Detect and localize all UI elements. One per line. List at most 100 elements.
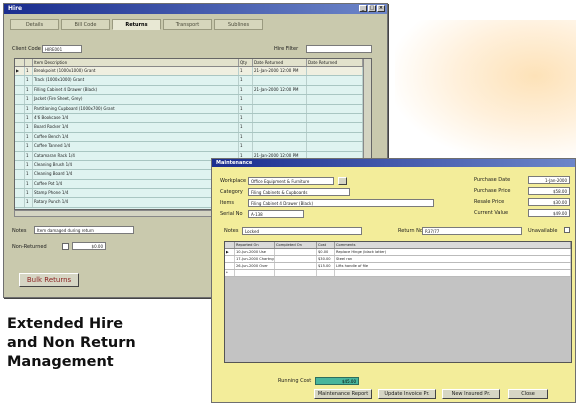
reported-on-cell: 17-Jun-2000 Chartngulate	[236, 256, 275, 262]
maximize-icon[interactable]: □	[368, 5, 376, 12]
col-comments: Comments	[335, 242, 571, 248]
row-selector[interactable]	[15, 104, 25, 113]
cost-cell	[317, 270, 335, 276]
row-selector[interactable]: ▶	[225, 249, 235, 255]
close-icon[interactable]: ×	[377, 5, 385, 12]
row-selector[interactable]	[15, 113, 25, 123]
bulk-returns-button[interactable]: Bulk Returns	[19, 273, 79, 287]
minimize-icon[interactable]: _	[359, 5, 367, 12]
date-returned-cell: 21-Jan-2000 12:00 PM	[253, 85, 307, 95]
qty-cell: 1	[239, 67, 253, 76]
date-returned-extra-cell	[307, 76, 363, 85]
tab-sublines[interactable]: Sublines	[214, 19, 263, 30]
qty-cell: 1	[239, 95, 253, 104]
item-description-cell: Coffee Tanned 1/4	[33, 142, 239, 151]
new-insured-button[interactable]: New Insured Pr.	[442, 389, 500, 399]
row-selector[interactable]	[15, 76, 25, 85]
table-row[interactable]: *	[225, 270, 571, 277]
row-selector[interactable]	[15, 85, 25, 95]
running-cost-label: Running Cost	[278, 378, 312, 384]
reported-on-cell: 26-Jun-2000 Over	[235, 263, 275, 269]
table-row[interactable]: 17-Jun-2000 Chartngulate $30.00Steel ran	[225, 256, 571, 263]
comments-cell: Replace Hinge (black latter)	[335, 249, 571, 255]
row-selector[interactable]	[15, 179, 25, 189]
serial-no-select[interactable]: A-138	[248, 210, 304, 218]
asset-value-field[interactable]: 1-Jan-2000	[528, 176, 570, 184]
asset-value-field[interactable]: $30.00	[528, 198, 570, 206]
item-description-cell: Filling Cabinet 4 Drawer (Black)	[33, 85, 239, 95]
hire-filter-select[interactable]	[306, 45, 372, 53]
date-returned-extra-cell	[307, 123, 363, 132]
background-glow	[395, 20, 576, 160]
row-number: 1	[25, 179, 33, 189]
row-selector[interactable]	[15, 142, 25, 151]
table-row[interactable]: 1 Board Rocker 1/4 1	[15, 123, 371, 133]
table-row[interactable]: 1 Jacket (Fire Sheet, Grey) 1	[15, 95, 371, 105]
row-selector[interactable]	[15, 132, 25, 142]
date-returned-extra-cell	[307, 132, 363, 142]
row-selector[interactable]	[15, 170, 25, 179]
qty-cell: 1	[239, 132, 253, 142]
table-row[interactable]: 1 Partitioning Cupboard (1000x700) Grant 1	[15, 104, 371, 114]
reported-on-cell	[235, 270, 275, 276]
date-returned-extra-cell	[307, 85, 363, 95]
date-returned-cell	[253, 142, 307, 151]
col-qty: Qty	[239, 59, 253, 66]
non-returned-amount[interactable]: $0.00	[72, 242, 106, 250]
non-returned-checkbox[interactable]	[62, 243, 69, 250]
row-selector-header	[15, 59, 25, 66]
update-invoice-button[interactable]: Update Invoice Pr.	[378, 389, 436, 399]
row-selector[interactable]: *	[225, 270, 235, 276]
tab-returns[interactable]: Returns	[112, 19, 161, 30]
category-select[interactable]: Filing Cabinets & Cupboards	[248, 188, 350, 196]
table-row[interactable]: 1 4'6 Bookcase 1/4 1	[15, 113, 371, 124]
item-description-cell: Stamp Phone 1/4	[33, 189, 239, 198]
row-selector[interactable]	[15, 189, 25, 198]
tab-bill-code[interactable]: Bill Code	[61, 19, 110, 30]
asset-value-field[interactable]: $49.00	[528, 209, 570, 217]
notes-field[interactable]: Item damaged during return	[34, 226, 134, 234]
maint-notes-label: Notes	[224, 228, 239, 234]
row-selector[interactable]	[15, 151, 25, 160]
tab-transport[interactable]: Transport	[163, 19, 212, 30]
client-code-label: Client Code	[12, 46, 41, 52]
row-selector[interactable]	[225, 263, 235, 269]
row-selector[interactable]	[15, 160, 25, 170]
table-row[interactable]: ▶ 1 Breakpoint (1000x1000) Grant 1 21-Jan-20…	[15, 67, 371, 77]
hire-tabs: Details Bill Code Returns Transport Subl…	[10, 19, 263, 30]
close-button[interactable]: Close	[508, 389, 548, 399]
table-row[interactable]: 26-Jun-2000 Over $15.00 Lifts handle of fi…	[225, 263, 571, 270]
row-selector[interactable]	[15, 198, 25, 207]
table-row[interactable]: 1 Filling Cabinet 4 Drawer (Black) 1 21-Jan…	[15, 85, 371, 96]
table-row[interactable]: 1 Coffee Bench 1/4 1	[15, 132, 371, 143]
row-number: 1	[25, 67, 33, 76]
return-no-field[interactable]: R37/77	[422, 227, 522, 235]
workplace-select[interactable]: Office Equipment & Furniture	[248, 177, 334, 185]
maintenance-grid: Reported On Completed On Cost Comments ▶…	[224, 241, 572, 363]
comments-cell	[335, 270, 571, 276]
table-row[interactable]: ▶ 10-Jun-2000 Use $0.00 Replace Hinge (blac…	[225, 249, 571, 256]
unavailable-checkbox[interactable]	[564, 227, 570, 233]
row-selector[interactable]	[15, 123, 25, 132]
asset-value-field[interactable]: $58.00	[528, 187, 570, 195]
tab-details[interactable]: Details	[10, 19, 59, 30]
date-returned-cell	[253, 95, 307, 104]
date-returned-extra-cell	[307, 113, 363, 123]
comments-cell: Lifts handle of file	[335, 263, 571, 269]
row-selector[interactable]: ▶	[15, 67, 25, 76]
row-number: 1	[25, 189, 33, 198]
row-selector[interactable]	[15, 95, 25, 104]
maintenance-report-button[interactable]: Maintenance Report	[314, 389, 372, 399]
table-row[interactable]: 1 Track (1000x1000) Grant 1	[15, 76, 371, 86]
workplace-lookup-button[interactable]	[338, 177, 347, 185]
completed-on-cell	[275, 270, 317, 276]
table-row[interactable]: 1 Coffee Tanned 1/4 1	[15, 142, 371, 152]
maint-notes-field[interactable]: Locked	[242, 227, 362, 235]
non-returned-label: Non-Returned	[12, 244, 47, 250]
qty-cell: 1	[239, 85, 253, 95]
workplace-label: Workplace	[220, 178, 247, 184]
client-code-field[interactable]: HIRE001	[42, 45, 82, 53]
date-returned-extra-cell	[307, 67, 363, 76]
items-select[interactable]: Filing Cabinet 4 Drawer (Black)	[248, 199, 434, 207]
row-selector[interactable]	[225, 256, 235, 262]
